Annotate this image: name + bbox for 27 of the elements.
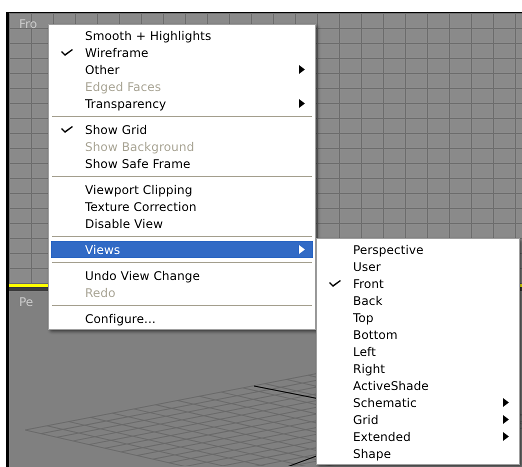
menu-item[interactable]: ActiveShade [319,377,517,394]
menu-item[interactable]: Show Grid [51,121,313,138]
viewport-label: Fro [19,17,38,31]
menu-item[interactable]: Back [319,292,517,309]
menu-item[interactable]: Bottom [319,326,517,343]
menu-item[interactable]: Views [51,241,313,258]
menu-item[interactable]: Top [319,309,517,326]
menu-item[interactable]: Grid [319,411,517,428]
menu-item[interactable]: Show Safe Frame [51,155,313,172]
menu-item[interactable]: Other [51,61,313,78]
menu-item[interactable]: Extended [319,428,517,445]
menu-item[interactable]: Wireframe [51,44,313,61]
menu-item[interactable]: Configure... [51,310,313,327]
menu-item[interactable]: Undo View Change [51,267,313,284]
menu-item[interactable]: Perspective [319,241,517,258]
menu-item[interactable]: Right [319,360,517,377]
menu-item[interactable]: Texture Correction [51,198,313,215]
menu-item[interactable]: User [319,258,517,275]
viewport-label: Pe [19,295,34,309]
menu-item[interactable]: Left [319,343,517,360]
menu-item[interactable]: Smooth + Highlights [51,27,313,44]
menu-item[interactable]: Schematic [319,394,517,411]
menu-item[interactable]: Viewport Clipping [51,181,313,198]
menu-item[interactable]: Front [319,275,517,292]
menu-item[interactable]: Disable View [51,215,313,232]
menu-item[interactable]: Transparency [51,95,313,112]
menu-item[interactable]: Shape [319,445,517,462]
